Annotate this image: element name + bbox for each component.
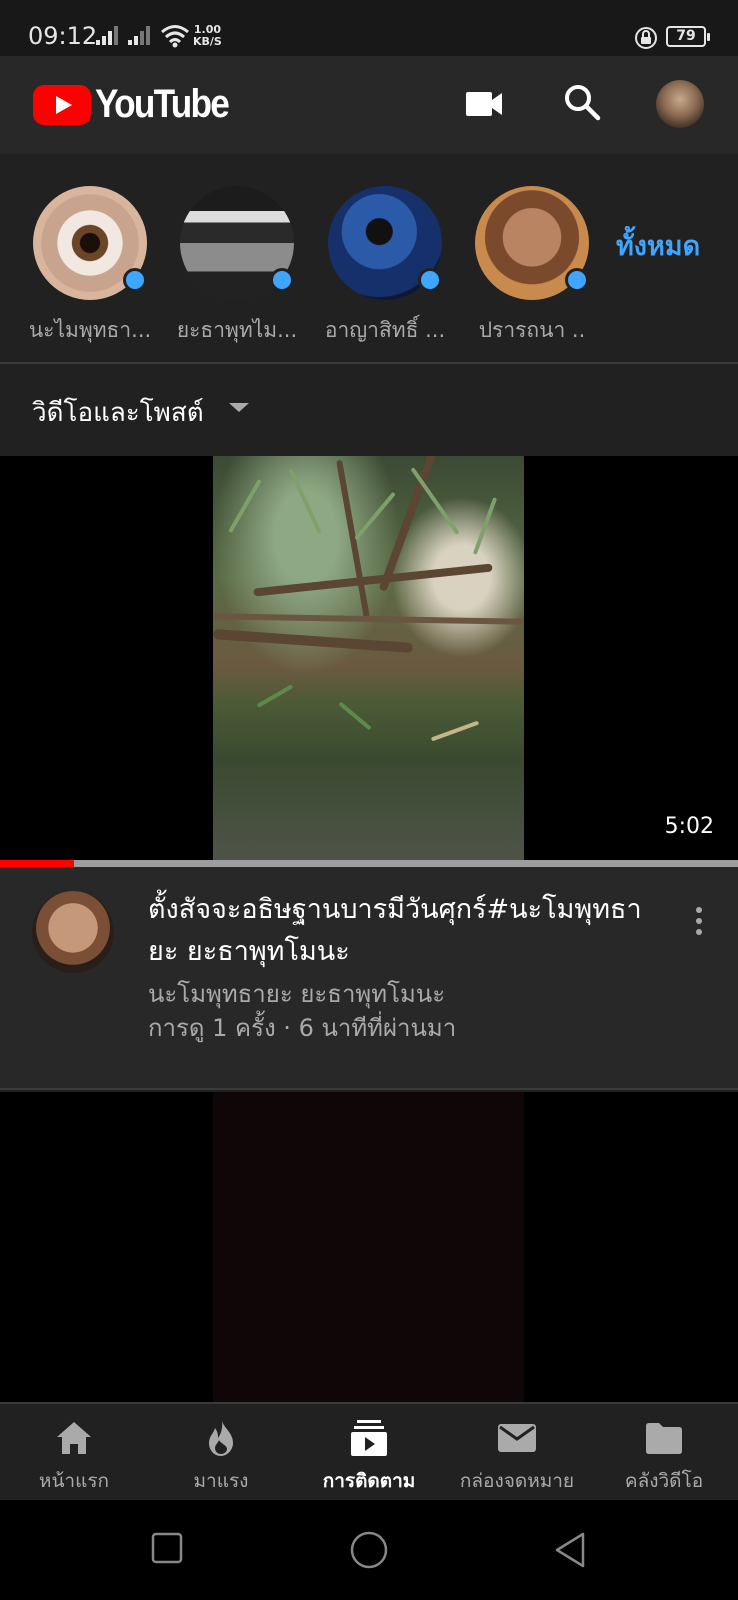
more-options-icon[interactable] bbox=[696, 907, 704, 940]
network-speed: 1.00 KB/S bbox=[193, 24, 222, 48]
video-thumbnail[interactable]: 5:02 bbox=[0, 456, 738, 860]
channel-item[interactable]: ปรารถนา .. bbox=[457, 186, 607, 347]
wifi-icon bbox=[161, 25, 189, 48]
status-bar: 09:12 1.00 KB/S 79 bbox=[0, 0, 738, 56]
youtube-play-icon bbox=[33, 84, 91, 125]
new-content-dot bbox=[565, 268, 589, 292]
status-time: 09:12 bbox=[28, 22, 98, 50]
channel-avatar bbox=[328, 186, 442, 300]
channel-name: ยะธาพุทไม... bbox=[176, 318, 298, 342]
nav-label: หน้าแรก bbox=[38, 1470, 110, 1492]
video-thumbnail-image bbox=[213, 1092, 524, 1402]
video-thumbnail[interactable] bbox=[0, 1092, 738, 1402]
channel-name: นะไมพุทธา... bbox=[28, 318, 152, 342]
new-content-dot bbox=[418, 268, 442, 292]
channel-name: อาญาสิทธิ์ ... bbox=[324, 318, 446, 342]
nav-label: กล่องจดหมาย bbox=[459, 1470, 575, 1492]
new-content-dot bbox=[123, 268, 147, 292]
nav-home[interactable]: หน้าแรก bbox=[0, 1404, 148, 1502]
watch-progress-fill bbox=[0, 860, 74, 867]
nav-label: คลังวิดีโอ bbox=[624, 1470, 704, 1492]
nav-inbox[interactable]: กล่องจดหมาย bbox=[443, 1404, 591, 1502]
logo-text: YouTube bbox=[95, 82, 230, 126]
subscriptions-icon bbox=[351, 1420, 387, 1456]
chevron-down-icon bbox=[229, 403, 249, 412]
trending-icon bbox=[209, 1420, 233, 1456]
nav-library[interactable]: คลังวิดีโอ bbox=[590, 1404, 738, 1502]
video-channel-name: นะโมพุทธายะ ยะธาพุทโมนะ bbox=[148, 980, 446, 1008]
channel-avatar bbox=[180, 186, 294, 300]
home-button-icon[interactable] bbox=[349, 1530, 389, 1570]
account-avatar[interactable] bbox=[656, 80, 704, 128]
battery-icon: 79 bbox=[666, 26, 710, 47]
rotation-lock-icon bbox=[635, 27, 657, 49]
nav-label: มาแรง bbox=[193, 1470, 249, 1492]
video-title: ตั้งสัจจะอธิษฐานบารมีวันศุกร์#นะโมพุทธาย… bbox=[148, 894, 642, 967]
nav-label: การติดตาม bbox=[322, 1470, 416, 1492]
channel-item[interactable]: อาญาสิทธิ์ ... bbox=[310, 186, 460, 347]
video-thumbnail-image bbox=[213, 456, 524, 860]
back-icon[interactable] bbox=[553, 1532, 587, 1568]
network-speed-unit: KB/S bbox=[193, 35, 222, 48]
bottom-navigation: หน้าแรก มาแรง การติดตาม กล่องจดหมาย คลัง… bbox=[0, 1402, 738, 1500]
youtube-logo[interactable]: YouTube bbox=[33, 82, 246, 127]
subscription-channel-strip: นะไมพุทธา... ยะธาพุทไม... อาญาสิทธิ์ ...… bbox=[0, 154, 738, 364]
nav-subscriptions[interactable]: การติดตาม bbox=[295, 1404, 443, 1502]
signal-icon bbox=[128, 26, 150, 45]
channel-avatar bbox=[475, 186, 589, 300]
nav-trending[interactable]: มาแรง bbox=[147, 1404, 295, 1502]
video-metadata[interactable]: ตั้งสัจจะอธิษฐานบารมีวันศุกร์#นะโมพุทธาย… bbox=[0, 867, 738, 1090]
channel-item[interactable]: นะไมพุทธา... bbox=[15, 186, 165, 347]
recent-apps-icon[interactable] bbox=[151, 1532, 185, 1566]
watch-progress-bar bbox=[0, 860, 738, 867]
channel-item[interactable]: ยะธาพุทไม... bbox=[162, 186, 312, 347]
search-icon[interactable] bbox=[562, 82, 602, 122]
video-subtitle: นะโมพุทธายะ ยะธาพุทโมนะ การดู 1 ครั้ง · … bbox=[148, 977, 456, 1045]
content-filter-dropdown[interactable]: วิดีโอและโพสต์ bbox=[0, 364, 738, 456]
see-all-button[interactable]: ทั้งหมด bbox=[616, 224, 700, 267]
camera-icon[interactable] bbox=[464, 86, 504, 122]
system-navigation-bar bbox=[0, 1500, 738, 1600]
channel-name: ปรารถนา .. bbox=[478, 318, 586, 342]
app-bar: YouTube bbox=[0, 56, 738, 154]
filter-label: วิดีโอและโพสต์ bbox=[32, 398, 204, 428]
library-icon bbox=[646, 1423, 682, 1454]
video-duration: 5:02 bbox=[664, 814, 714, 839]
signal-icon bbox=[96, 26, 118, 45]
channel-avatar[interactable] bbox=[32, 891, 114, 973]
inbox-icon bbox=[498, 1424, 536, 1452]
channel-avatar bbox=[33, 186, 147, 300]
video-stats: การดู 1 ครั้ง · 6 นาทีที่ผ่านมา bbox=[148, 1014, 457, 1042]
home-icon bbox=[57, 1422, 91, 1454]
new-content-dot bbox=[270, 268, 294, 292]
